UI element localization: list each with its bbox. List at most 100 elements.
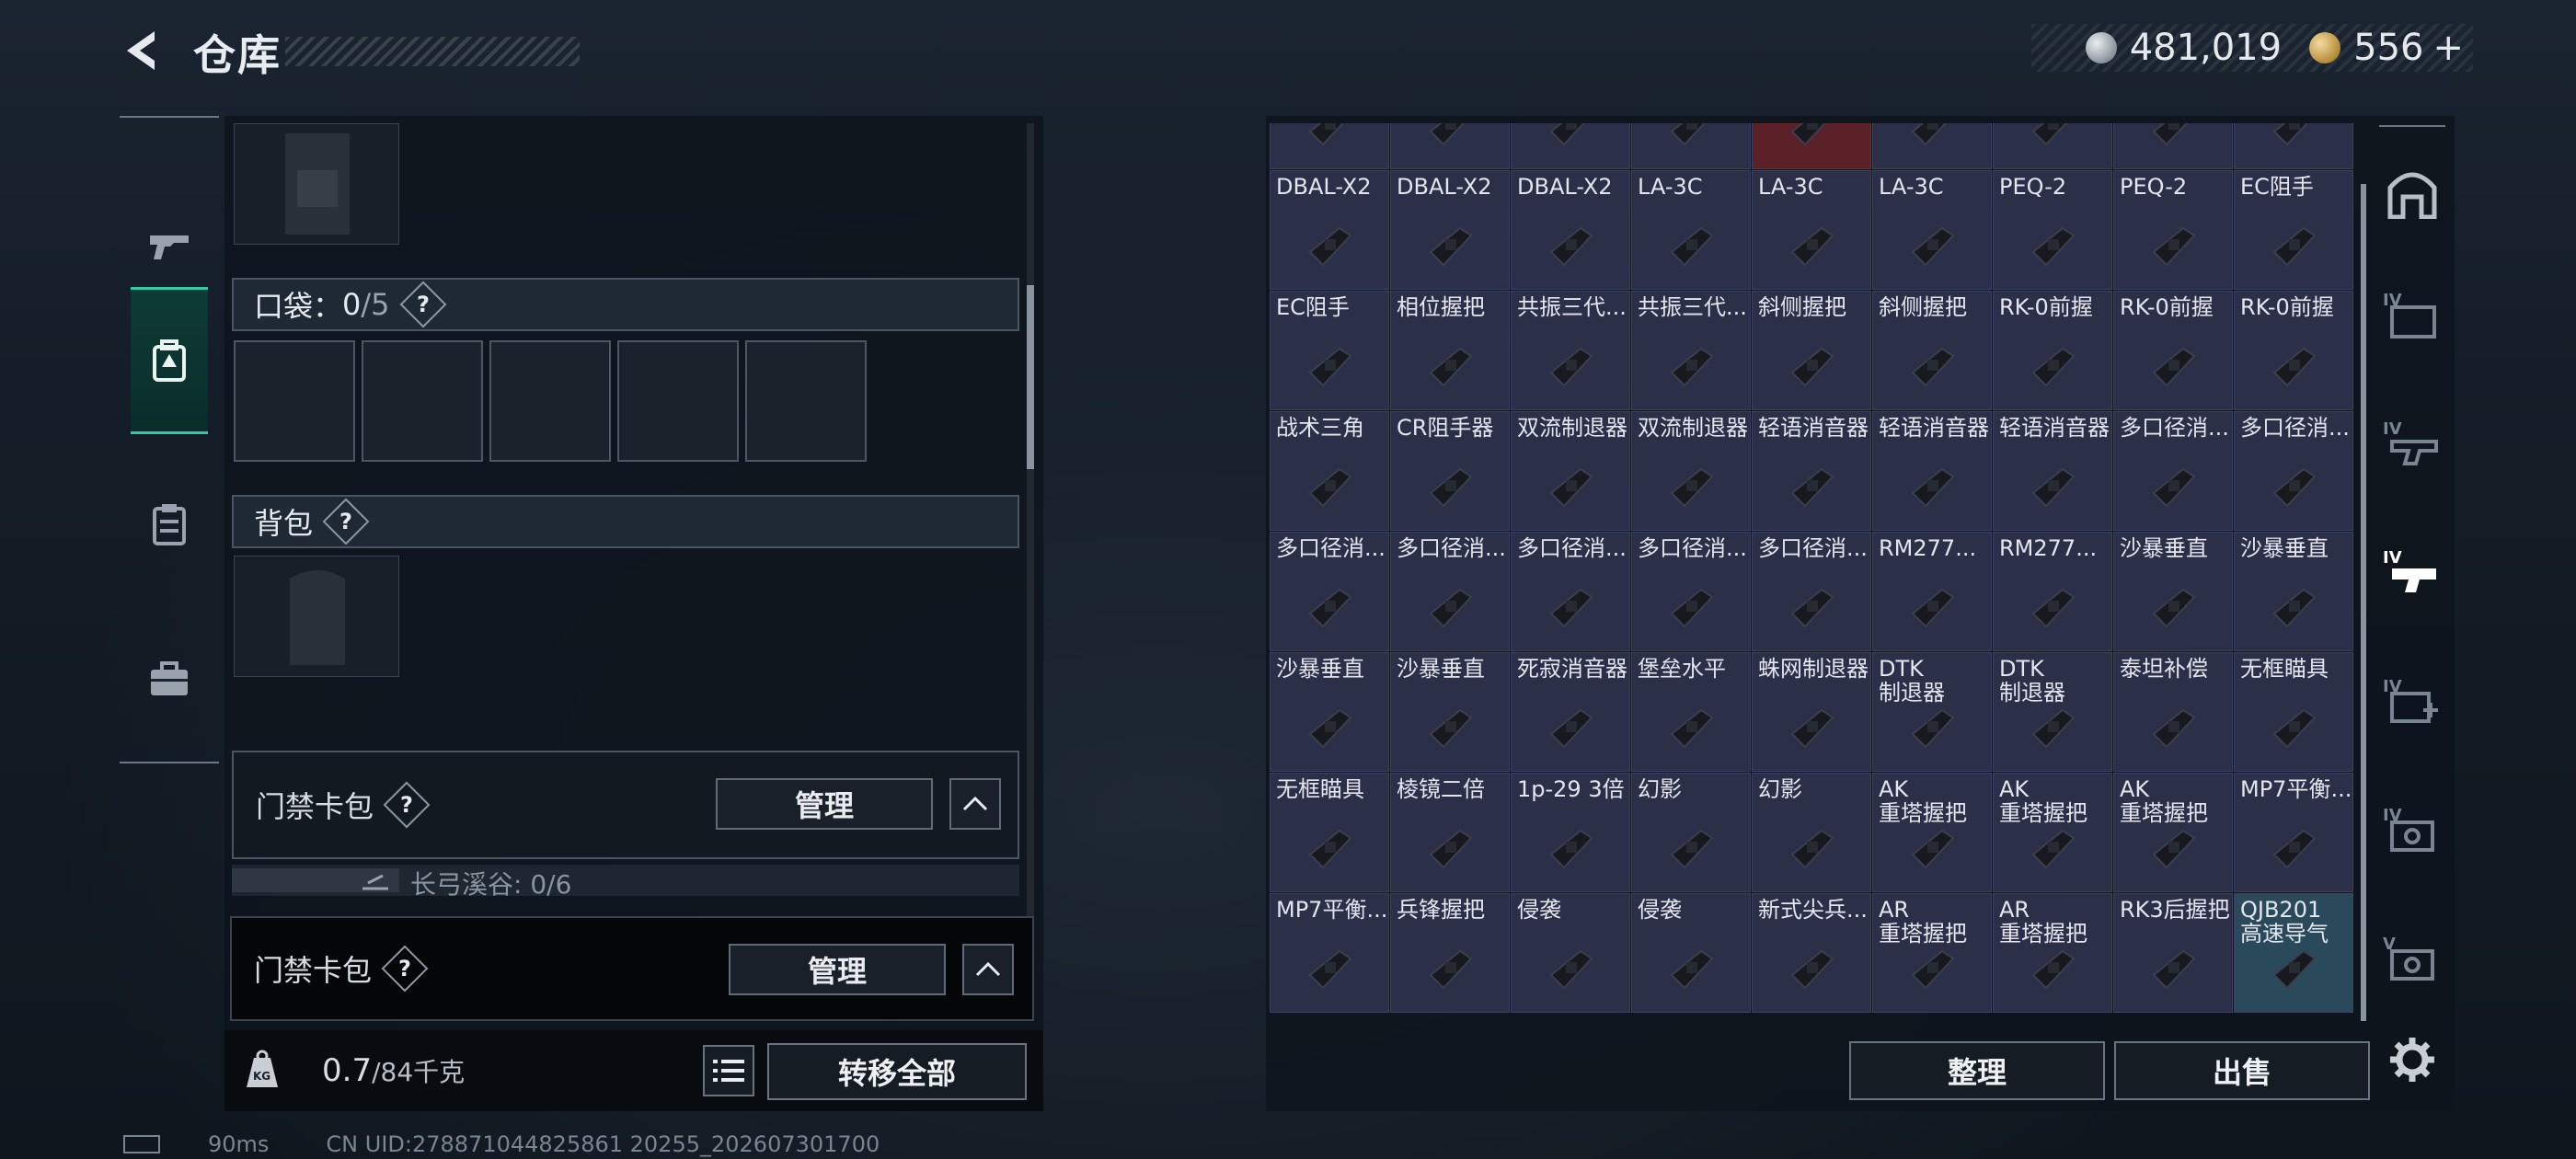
stash-item-cell[interactable] — [2113, 123, 2233, 169]
stash-item-cell[interactable] — [1390, 123, 1510, 169]
loadout-scroll-track[interactable] — [1027, 123, 1034, 997]
stash-tab-5[interactable]: IV — [2366, 775, 2458, 885]
stash-item-cell[interactable]: 多口径消... — [1390, 532, 1510, 651]
stash-item-cell[interactable]: LA-3C — [1872, 170, 1992, 290]
stash-item-cell[interactable]: RK-0前握 — [2113, 291, 2233, 410]
stash-item-cell[interactable]: 无框瞄具 — [2234, 652, 2353, 772]
card-pack-help-icon-1[interactable]: ? — [383, 781, 431, 829]
stash-tab-3[interactable]: IV — [2366, 517, 2458, 627]
stash-item-cell[interactable]: 沙暴垂直 — [1270, 652, 1389, 772]
collapse-button-1[interactable] — [949, 778, 1001, 830]
stash-item-cell[interactable]: 幻影 — [1631, 773, 1751, 892]
stash-item-cell[interactable]: MP7平衡... — [2234, 773, 2353, 892]
stash-tab-6[interactable]: V — [2366, 903, 2458, 1014]
nav-supplies[interactable] — [120, 451, 219, 598]
stash-item-cell[interactable]: 沙暴垂直 — [2113, 532, 2233, 651]
stash-item-cell[interactable] — [1631, 123, 1751, 169]
stash-item-cell[interactable]: 多口径消... — [1631, 532, 1751, 651]
stash-item-cell[interactable]: DBAL-X2 — [1390, 170, 1510, 290]
stash-item-cell[interactable]: 幻影 — [1752, 773, 1871, 892]
stash-tab-4[interactable]: IV — [2366, 646, 2458, 756]
stash-item-cell[interactable]: DBAL-X2 — [1270, 170, 1389, 290]
stash-item-cell[interactable]: 轻语消音器 — [1872, 411, 1992, 531]
stash-item-cell[interactable]: 多口径消... — [1752, 532, 1871, 651]
stash-item-cell[interactable]: LA-3C — [1631, 170, 1751, 290]
stash-item-cell[interactable]: 多口径消... — [1270, 532, 1389, 651]
stash-item-cell[interactable]: 轻语消音器 — [1993, 411, 2112, 531]
stash-item-cell[interactable]: AR 重塔握把 — [1872, 893, 1992, 1013]
stash-item-cell[interactable]: 多口径消... — [2234, 411, 2353, 531]
stash-item-cell[interactable] — [1993, 123, 2112, 169]
stash-item-cell[interactable]: RK-0前握 — [2234, 291, 2353, 410]
stash-item-cell[interactable]: DTK 制退器 — [1872, 652, 1992, 772]
stash-item-cell[interactable]: 沙暴垂直 — [1390, 652, 1510, 772]
backpack-slot[interactable] — [234, 556, 399, 677]
stash-item-cell[interactable]: RK-0前握 — [1993, 291, 2112, 410]
stash-item-cell[interactable]: 沙暴垂直 — [2234, 532, 2353, 651]
stash-item-cell[interactable]: 共振三代... — [1511, 291, 1630, 410]
stash-item-cell[interactable]: EC阻手 — [2234, 170, 2353, 290]
stash-item-cell[interactable]: 斜侧握把 — [1872, 291, 1992, 410]
vest-slot[interactable] — [234, 123, 399, 245]
stash-item-cell[interactable]: MP7平衡... — [1270, 893, 1389, 1013]
stash-item-cell[interactable]: LA-3C — [1752, 170, 1871, 290]
stash-item-cell[interactable]: 棱镜二倍 — [1390, 773, 1510, 892]
stash-item-cell[interactable] — [1752, 123, 1871, 169]
stash-item-cell[interactable] — [1511, 123, 1630, 169]
pocket-slot-5[interactable] — [745, 340, 867, 462]
stash-item-cell[interactable]: 堡垒水平 — [1631, 652, 1751, 772]
stash-item-cell[interactable]: AK 重塔握把 — [1993, 773, 2112, 892]
manage-button-2[interactable]: 管理 — [729, 944, 946, 995]
stash-item-cell[interactable] — [1872, 123, 1992, 169]
stash-item-cell[interactable]: 斜侧握把 — [1752, 291, 1871, 410]
stash-item-cell[interactable]: 1p-29 3倍 — [1511, 773, 1630, 892]
transfer-all-button[interactable]: 转移全部 — [767, 1043, 1027, 1100]
stash-item-cell[interactable]: RK3后握把 — [2113, 893, 2233, 1013]
nav-tools[interactable] — [120, 605, 219, 752]
add-currency-button[interactable]: + — [2432, 27, 2464, 69]
sell-button[interactable]: 出售 — [2114, 1041, 2370, 1100]
sort-button[interactable]: 整理 — [1849, 1041, 2105, 1100]
card-pack-help-icon-2[interactable]: ? — [381, 945, 429, 993]
back-button[interactable] — [120, 28, 166, 74]
stash-item-cell[interactable]: PEQ-2 — [1993, 170, 2112, 290]
pocket-slot-4[interactable] — [617, 340, 739, 462]
settings-button[interactable] — [2366, 1004, 2458, 1115]
collapse-button-2[interactable] — [962, 944, 1014, 995]
stash-item-cell[interactable]: 泰坦补偿 — [2113, 652, 2233, 772]
stash-item-cell[interactable]: RM277... — [1993, 532, 2112, 651]
stash-item-cell[interactable]: EC阻手 — [1270, 291, 1389, 410]
stash-item-cell[interactable] — [2234, 123, 2353, 169]
stash-item-cell[interactable]: AK 重塔握把 — [2113, 773, 2233, 892]
stash-tab-2[interactable]: IV — [2366, 388, 2458, 499]
stash-item-cell[interactable]: 无框瞄具 — [1270, 773, 1389, 892]
stash-item-cell[interactable]: 多口径消... — [1511, 532, 1630, 651]
stash-item-cell[interactable]: 相位握把 — [1390, 291, 1510, 410]
nav-equipment[interactable] — [131, 287, 208, 434]
stash-item-cell[interactable]: 死寂消音器 — [1511, 652, 1630, 772]
stash-item-cell[interactable]: RM277... — [1872, 532, 1992, 651]
pocket-slot-3[interactable] — [489, 340, 611, 462]
stash-item-cell[interactable]: AR 重塔握把 — [1993, 893, 2112, 1013]
stash-item-cell[interactable]: 轻语消音器 — [1752, 411, 1871, 531]
stash-item-cell[interactable]: 侵袭 — [1631, 893, 1751, 1013]
stash-tab-1[interactable]: IV — [2366, 259, 2458, 370]
stash-item-cell[interactable]: 兵锋握把 — [1390, 893, 1510, 1013]
loadout-scrollbar[interactable] — [1027, 285, 1034, 469]
stash-item-cell[interactable]: 蛛网制退器 — [1752, 652, 1871, 772]
pocket-slot-2[interactable] — [362, 340, 483, 462]
stash-item-cell[interactable]: DBAL-X2 — [1511, 170, 1630, 290]
stash-item-cell[interactable]: AK 重塔握把 — [1872, 773, 1992, 892]
stash-item-cell[interactable]: 双流制退器 — [1631, 411, 1751, 531]
stash-item-cell[interactable]: PEQ-2 — [2113, 170, 2233, 290]
stash-tab-all[interactable] — [2366, 138, 2458, 248]
stash-item-cell[interactable]: 多口径消... — [2113, 411, 2233, 531]
pocket-slot-1[interactable] — [234, 340, 355, 462]
stash-item-cell[interactable]: 新式尖兵... — [1752, 893, 1871, 1013]
stash-item-cell[interactable]: 双流制退器 — [1511, 411, 1630, 531]
stash-item-cell[interactable] — [1270, 123, 1389, 169]
stash-item-cell[interactable]: QJB201 高速导气 — [2234, 893, 2353, 1013]
list-view-button[interactable] — [703, 1045, 754, 1096]
stash-item-cell[interactable]: 战术三角 — [1270, 411, 1389, 531]
stash-item-cell[interactable]: DTK 制退器 — [1993, 652, 2112, 772]
